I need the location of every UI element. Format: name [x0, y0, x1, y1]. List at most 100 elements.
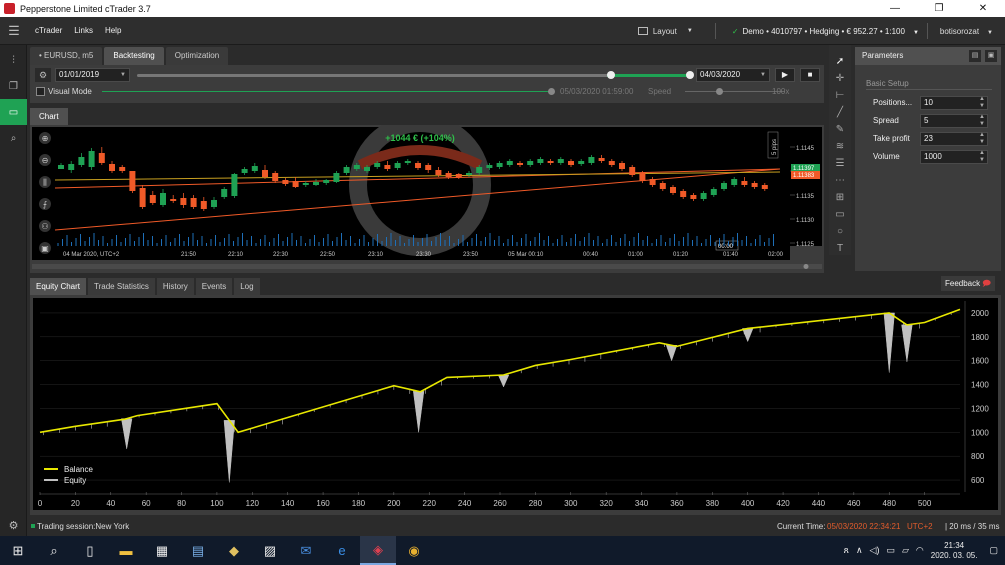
price-chart-plot[interactable] [32, 127, 790, 246]
grid-icon[interactable]: ⊞ [829, 189, 851, 206]
price-chart[interactable]: ⊕⊖⫼⨍⚇▣+1044 € (+104%)5 pips1.11451.11401… [30, 125, 824, 273]
stop-button[interactable]: ■ [800, 68, 820, 82]
progress-knob[interactable] [686, 71, 694, 79]
text-icon[interactable]: T [829, 240, 851, 257]
candle-body [710, 189, 717, 195]
file-explorer-icon[interactable]: ▬ [108, 536, 144, 565]
ctrader-taskbar-icon[interactable]: ◈ [360, 536, 396, 565]
candles-icon[interactable]: ⫼ [39, 176, 51, 188]
settings-gear-icon[interactable]: ⚙ [0, 519, 27, 532]
edge-icon[interactable]: e [324, 536, 360, 565]
photos-icon[interactable]: ▨ [252, 536, 288, 565]
timezone-selector[interactable]: UTC+2 [907, 522, 933, 531]
menu-links[interactable]: Links [74, 26, 93, 35]
param-input[interactable]: 10 ▲ ▼ [920, 96, 988, 110]
folder-icon[interactable]: ▤ [969, 50, 981, 62]
maximize-button[interactable]: ❐ [917, 0, 961, 17]
save-icon[interactable]: ▣ [985, 50, 997, 62]
screenshot-icon[interactable]: ▣ [39, 242, 51, 254]
network-icon[interactable]: ▱ [902, 545, 909, 556]
pencil-icon[interactable]: ✎ [829, 121, 851, 138]
visual-mode-checkbox[interactable] [36, 87, 45, 96]
search-icon[interactable]: ⌕ [36, 536, 72, 565]
spinner-icon[interactable]: ▲ ▼ [979, 114, 985, 128]
param-input[interactable]: 23 ▲ ▼ [920, 132, 988, 146]
candle-body [435, 170, 442, 175]
crosshair-icon[interactable]: ✛ [829, 70, 851, 87]
backtest-progress-slider[interactable] [137, 71, 694, 79]
chevron-up-icon[interactable]: ∧ [856, 545, 863, 556]
notepad-icon[interactable]: ▤ [180, 536, 216, 565]
speed-knob[interactable] [716, 88, 723, 95]
trade-icon[interactable]: ⫶ [0, 47, 27, 73]
account-selector[interactable]: ✓ Demo • 4010797 • Hedging • € 952.27 • 1… [724, 27, 919, 36]
x-tick-label: 500 [918, 499, 932, 508]
clock[interactable]: 21:34 2020. 03. 05. [931, 541, 978, 561]
price-chart-panel[interactable]: ⊕⊖⫼⨍⚇▣+1044 € (+104%)5 pips1.11451.11401… [30, 125, 824, 273]
hamburger-icon[interactable]: ☰ [0, 23, 28, 39]
tab-log[interactable]: Log [234, 278, 260, 295]
zoom-in-icon[interactable]: ⊕ [39, 132, 51, 144]
chrome-icon[interactable]: ◉ [396, 536, 432, 565]
copy-icon[interactable]: ❐ [0, 73, 27, 99]
x-tick-label: 360 [670, 499, 684, 508]
fib-icon[interactable]: ☰ [829, 155, 851, 172]
automate-icon[interactable]: ▭ [0, 99, 27, 125]
end-date-input[interactable]: 04/03/2020 ▼ [696, 68, 770, 82]
paint-icon[interactable]: ◆ [216, 536, 252, 565]
mail-icon[interactable]: ✉ [288, 536, 324, 565]
param-input[interactable]: 5 ▲ ▼ [920, 114, 988, 128]
tab-trade-statistics[interactable]: Trade Statistics [88, 278, 155, 295]
backtest-settings-gear-icon[interactable]: ⚙ [35, 68, 51, 82]
zoom-out-icon[interactable]: ⊖ [39, 154, 51, 166]
tab-events[interactable]: Events [195, 278, 233, 295]
close-button[interactable]: ✕ [961, 0, 1005, 17]
menu-ctrader[interactable]: cTrader [35, 26, 62, 35]
pattern-icon[interactable]: ≋ [829, 138, 851, 155]
tab-symbol[interactable]: • EURUSD, m5 [30, 47, 103, 65]
cursor-icon[interactable]: ➚ [829, 53, 851, 70]
spinner-icon[interactable]: ▲ ▼ [979, 132, 985, 146]
robot-icon[interactable]: ⚇ [39, 220, 51, 232]
user-menu[interactable]: botisorozat ▼ [940, 27, 993, 36]
spinner-icon[interactable]: ▲ ▼ [979, 96, 985, 110]
tab-backtesting[interactable]: Backtesting [104, 47, 164, 65]
people-icon[interactable]: ጸ [844, 545, 849, 556]
x-tick-label: 40 [106, 499, 115, 508]
dots-icon[interactable]: ⋯ [829, 172, 851, 189]
spinner-icon[interactable]: ▲ ▼ [979, 150, 985, 164]
wifi-icon[interactable]: ◠ [916, 545, 924, 556]
speed-slider[interactable] [685, 91, 785, 92]
minimize-button[interactable]: — [873, 0, 917, 17]
rect-icon[interactable]: ▭ [829, 206, 851, 223]
tab-chart[interactable]: Chart [30, 108, 68, 125]
candle-body [721, 183, 727, 189]
line-icon[interactable]: ╱ [829, 104, 851, 121]
store-icon[interactable]: ▦ [144, 536, 180, 565]
y-tick-label: 600 [971, 476, 985, 485]
menu-help[interactable]: Help [105, 26, 121, 35]
visual-progress-knob[interactable] [548, 88, 555, 95]
progress-knob-start[interactable] [607, 71, 615, 79]
param-input[interactable]: 1000 ▲ ▼ [920, 150, 988, 164]
feedback-button[interactable]: Feedback 🗩 [941, 276, 996, 291]
x-tick-label: 300 [564, 499, 578, 508]
notifications-icon[interactable]: ▢ [989, 545, 998, 556]
start-date-input[interactable]: 01/01/2019 ▼ [55, 68, 130, 82]
circle-icon[interactable]: ○ [829, 223, 851, 240]
chart-scrollbar[interactable] [32, 264, 822, 269]
tab-equity-chart[interactable]: Equity Chart [30, 278, 87, 295]
battery-icon[interactable]: ▭ [886, 545, 895, 556]
measure-icon[interactable]: ⊢ [829, 87, 851, 104]
layout-button[interactable]: Layout ▼ [637, 27, 693, 36]
tab-optimization[interactable]: Optimization [165, 47, 229, 65]
scroll-thumb[interactable] [803, 264, 809, 269]
volume-icon[interactable]: ◁) [870, 545, 880, 556]
windows-start-icon[interactable]: ⊞ [0, 536, 36, 565]
candle-body [486, 165, 493, 168]
task-view-icon[interactable]: ▯ [72, 536, 108, 565]
analyze-icon[interactable]: ⌕ [0, 125, 27, 151]
tab-history[interactable]: History [156, 278, 194, 295]
indicator-icon[interactable]: ⨍ [39, 198, 51, 210]
play-button[interactable]: ▶ [775, 68, 795, 82]
